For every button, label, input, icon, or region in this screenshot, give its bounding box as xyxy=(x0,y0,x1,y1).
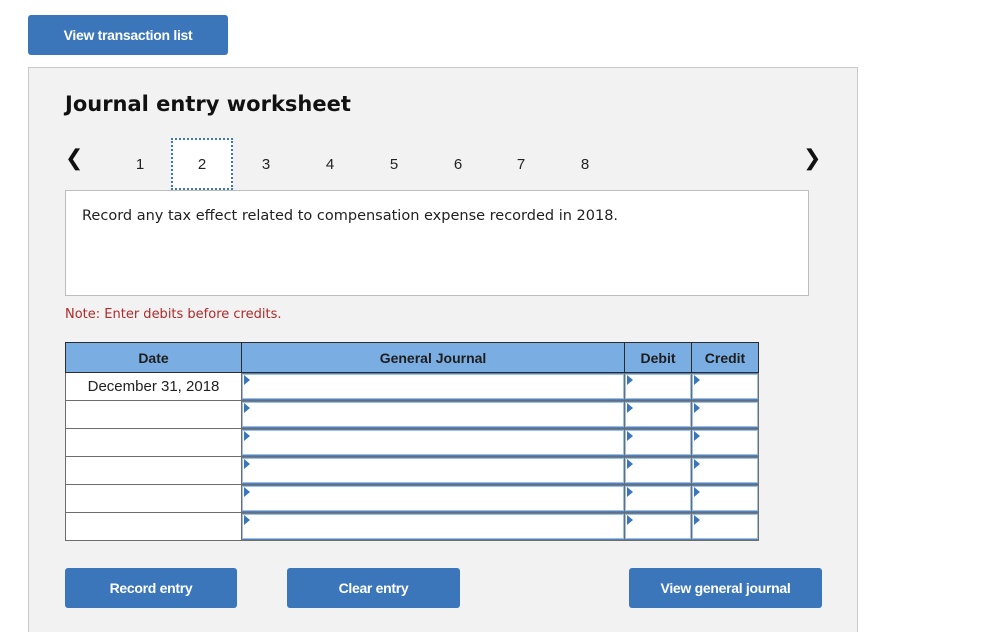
account-input[interactable] xyxy=(242,430,624,455)
credit-cell xyxy=(691,512,759,541)
date-cell xyxy=(65,456,242,485)
date-cell xyxy=(65,428,242,457)
page-3[interactable]: 3 xyxy=(235,138,297,190)
debit-header: Debit xyxy=(624,342,692,373)
debit-cell xyxy=(624,484,692,513)
entry-pagination: ❮ 1 2 3 4 5 6 7 8 ❯ xyxy=(29,138,859,193)
credit-cell xyxy=(691,456,759,485)
account-cell xyxy=(241,512,625,541)
general-journal-table: Date General Journal Debit Credit Decemb… xyxy=(65,342,759,541)
dropdown-marker-icon xyxy=(244,459,250,469)
date-cell xyxy=(65,512,242,541)
journal-row xyxy=(65,512,759,541)
instruction-text: Record any tax effect related to compens… xyxy=(82,208,619,224)
worksheet-title: Journal entry worksheet xyxy=(65,92,351,116)
date-header: Date xyxy=(65,342,242,373)
credit-header: Credit xyxy=(691,342,759,373)
clear-entry-button[interactable]: Clear entry xyxy=(287,568,460,608)
record-entry-button[interactable]: Record entry xyxy=(65,568,237,608)
page-7[interactable]: 7 xyxy=(490,138,552,190)
dropdown-marker-icon xyxy=(627,431,633,441)
dropdown-marker-icon xyxy=(694,459,700,469)
account-cell xyxy=(241,372,625,401)
credit-input[interactable] xyxy=(692,514,758,539)
journal-row xyxy=(65,400,759,429)
account-cell xyxy=(241,400,625,429)
dropdown-marker-icon xyxy=(244,375,250,385)
debit-input[interactable] xyxy=(625,374,691,399)
account-input[interactable] xyxy=(242,514,624,539)
dropdown-marker-icon xyxy=(244,403,250,413)
credit-input[interactable] xyxy=(692,458,758,483)
account-cell xyxy=(241,428,625,457)
debit-cell xyxy=(624,428,692,457)
chevron-right-icon[interactable]: ❯ xyxy=(803,146,821,171)
credit-cell xyxy=(691,400,759,429)
dropdown-marker-icon xyxy=(627,459,633,469)
dropdown-marker-icon xyxy=(627,515,633,525)
credit-cell xyxy=(691,484,759,513)
dropdown-marker-icon xyxy=(627,375,633,385)
debit-input[interactable] xyxy=(625,402,691,427)
account-cell xyxy=(241,456,625,485)
dropdown-marker-icon xyxy=(244,431,250,441)
journal-row xyxy=(65,428,759,457)
journal-row xyxy=(65,484,759,513)
dropdown-marker-icon xyxy=(694,375,700,385)
page-5[interactable]: 5 xyxy=(363,138,425,190)
debit-input[interactable] xyxy=(625,486,691,511)
chevron-left-icon[interactable]: ❮ xyxy=(65,146,83,171)
account-input[interactable] xyxy=(242,458,624,483)
instruction-box: Record any tax effect related to compens… xyxy=(65,190,809,296)
date-cell xyxy=(65,400,242,429)
credit-cell xyxy=(691,372,759,401)
page-4[interactable]: 4 xyxy=(299,138,361,190)
credit-input[interactable] xyxy=(692,430,758,455)
dropdown-marker-icon xyxy=(694,403,700,413)
credit-input[interactable] xyxy=(692,374,758,399)
debit-cell xyxy=(624,512,692,541)
debit-cell xyxy=(624,456,692,485)
dropdown-marker-icon xyxy=(694,515,700,525)
debit-input[interactable] xyxy=(625,514,691,539)
page-2[interactable]: 2 xyxy=(171,138,233,190)
dropdown-marker-icon xyxy=(244,515,250,525)
debit-input[interactable] xyxy=(625,430,691,455)
debit-cell xyxy=(624,400,692,429)
general-journal-header: General Journal xyxy=(241,342,625,373)
date-cell xyxy=(65,484,242,513)
view-transaction-list-button[interactable]: View transaction list xyxy=(28,15,228,55)
journal-row: December 31, 2018 xyxy=(65,372,759,401)
journal-entry-worksheet-panel: Journal entry worksheet ❮ 1 2 3 4 5 6 7 … xyxy=(28,67,858,632)
page-8[interactable]: 8 xyxy=(554,138,616,190)
dropdown-marker-icon xyxy=(694,487,700,497)
account-input[interactable] xyxy=(242,402,624,427)
account-input[interactable] xyxy=(242,374,624,399)
dropdown-marker-icon xyxy=(627,403,633,413)
dropdown-marker-icon xyxy=(627,487,633,497)
page-6[interactable]: 6 xyxy=(427,138,489,190)
dropdown-marker-icon xyxy=(244,487,250,497)
note-text: Note: Enter debits before credits. xyxy=(65,307,282,322)
account-cell xyxy=(241,484,625,513)
view-general-journal-button[interactable]: View general journal xyxy=(629,568,822,608)
credit-input[interactable] xyxy=(692,402,758,427)
credit-input[interactable] xyxy=(692,486,758,511)
journal-row xyxy=(65,456,759,485)
credit-cell xyxy=(691,428,759,457)
debit-input[interactable] xyxy=(625,458,691,483)
dropdown-marker-icon xyxy=(694,431,700,441)
debit-cell xyxy=(624,372,692,401)
date-cell: December 31, 2018 xyxy=(65,372,242,401)
account-input[interactable] xyxy=(242,486,624,511)
page-1[interactable]: 1 xyxy=(109,138,171,190)
